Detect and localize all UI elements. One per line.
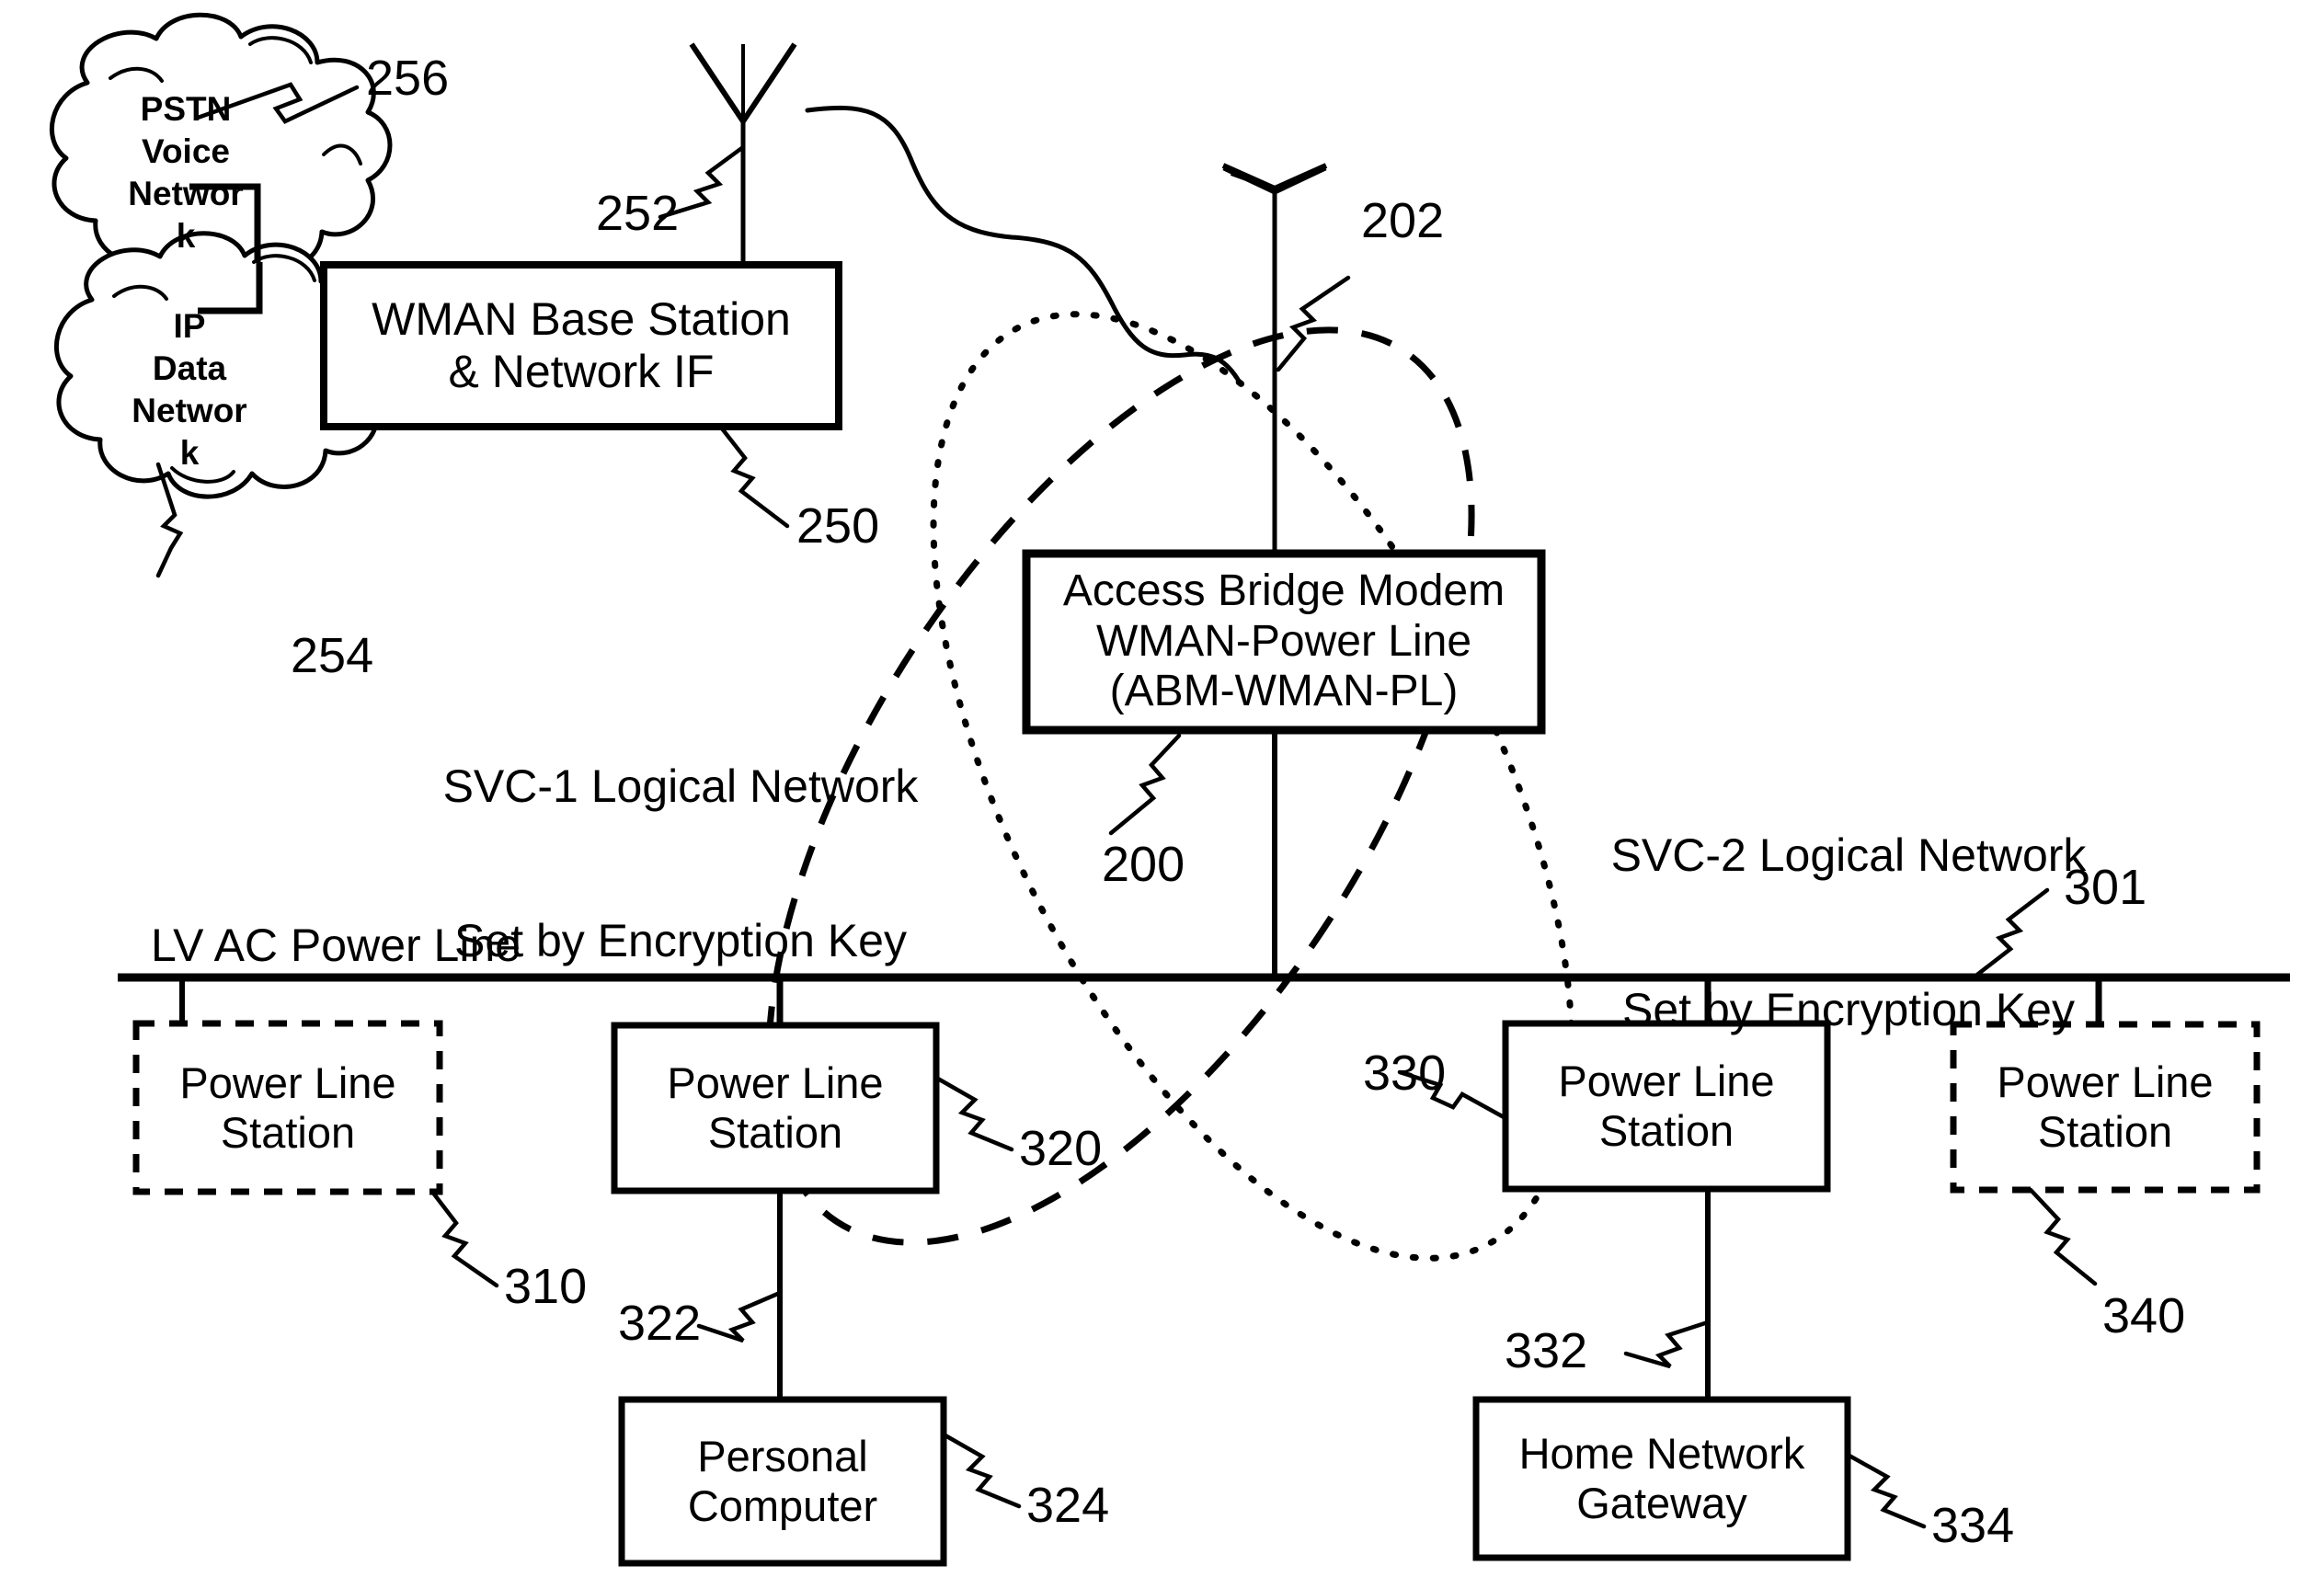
abm-line-1: Access Bridge Modem [1062,566,1505,615]
ref-310: 310 [504,1259,588,1314]
lead-line-320 [933,1075,1014,1152]
ref-256: 256 [366,51,450,106]
pls1-line-1: Power Line [179,1057,396,1107]
power-line-station-1-label: Power Line Station [136,1023,440,1192]
power-line-station-3-label: Power Line Station [1505,1023,1827,1189]
home-network-gateway-label: Home Network Gateway [1476,1400,1848,1558]
antenna-252-icon [689,42,797,265]
ref-330: 330 [1363,1046,1447,1101]
ref-250: 250 [796,498,880,554]
lead-line-250 [719,426,790,529]
pls2-line-1: Power Line [667,1058,884,1108]
lead-line-324 [941,1432,1022,1509]
ref-252: 252 [596,186,680,241]
lv-ac-power-line-label: LV AC Power Line [151,920,521,971]
pc-line-2: Computer [687,1481,878,1530]
svc1-annotation: SVC-1 Logical Network Set by Encryption … [423,657,938,1069]
abm-line-2: WMAN-Power Line [1095,616,1472,666]
lead-line-332 [1623,1320,1711,1369]
wman-base-station-label: WMAN Base Station & Network IF [324,265,839,427]
pstn-cloud-line-4: k [176,217,196,256]
ref-322: 322 [618,1296,702,1351]
antenna-202-icon [1221,163,1328,559]
ip-cloud-line-3: Networ [132,392,247,429]
pls3-line-1: Power Line [1558,1057,1775,1106]
ref-200: 200 [1102,837,1185,892]
pstn-cloud-line-3: Networ [128,175,244,212]
ref-324: 324 [1026,1478,1110,1533]
patent-figure: PSTN Voice Networ k IP Data Networ k 256… [0,0,2324,1577]
pstn-cloud-line-2: Voice [142,131,230,170]
ref-320: 320 [1019,1121,1103,1176]
pc-line-1: Personal [697,1432,868,1481]
ref-334: 334 [1931,1498,2015,1553]
ref-332: 332 [1505,1323,1588,1378]
pls4-line-1: Power Line [1997,1057,2214,1107]
ip-cloud-line-1: IP [173,306,206,345]
lead-line-322 [696,1290,783,1343]
ip-cloud-label: IP Data Networ k [52,283,327,497]
lead-line-202 [1276,275,1351,372]
svc1-line-1: SVC-1 Logical Network [442,760,919,812]
pls2-line-2: Station [707,1108,843,1157]
abm-line-3: (ABM-WMAN-PL) [1109,667,1459,716]
svc2-line-1: SVC-2 Logical Network [1610,829,2087,881]
ip-cloud-line-2: Data [152,349,227,387]
pstn-cloud-label: PSTN Voice Networ k [48,66,324,280]
wman-base-station-line-1: WMAN Base Station [372,293,791,345]
wman-base-station-line-2: & Network IF [448,346,715,397]
pls4-line-2: Station [2037,1107,2173,1156]
power-line-station-4-label: Power Line Station [1953,1024,2257,1190]
lead-line-200 [1108,733,1182,836]
hng-line-2: Gateway [1576,1479,1747,1527]
pstn-cloud-line-1: PSTN [140,89,232,128]
pls3-line-2: Station [1598,1106,1734,1155]
access-bridge-modem-label: Access Bridge Modem WMAN-Power Line (ABM… [1026,554,1541,730]
lead-line-334 [1845,1452,1927,1529]
power-line-station-2-label: Power Line Station [614,1025,936,1191]
personal-computer-label: Personal Computer [622,1400,944,1563]
ref-340: 340 [2102,1288,2186,1343]
ip-cloud-line-4: k [179,434,200,473]
lead-line-340 [2028,1187,2098,1286]
ref-254: 254 [291,628,374,683]
pls1-line-2: Station [220,1107,356,1157]
hng-line-1: Home Network [1518,1429,1805,1479]
ref-301: 301 [2064,860,2147,915]
ref-202: 202 [1361,193,1445,248]
lead-line-310 [429,1189,499,1288]
